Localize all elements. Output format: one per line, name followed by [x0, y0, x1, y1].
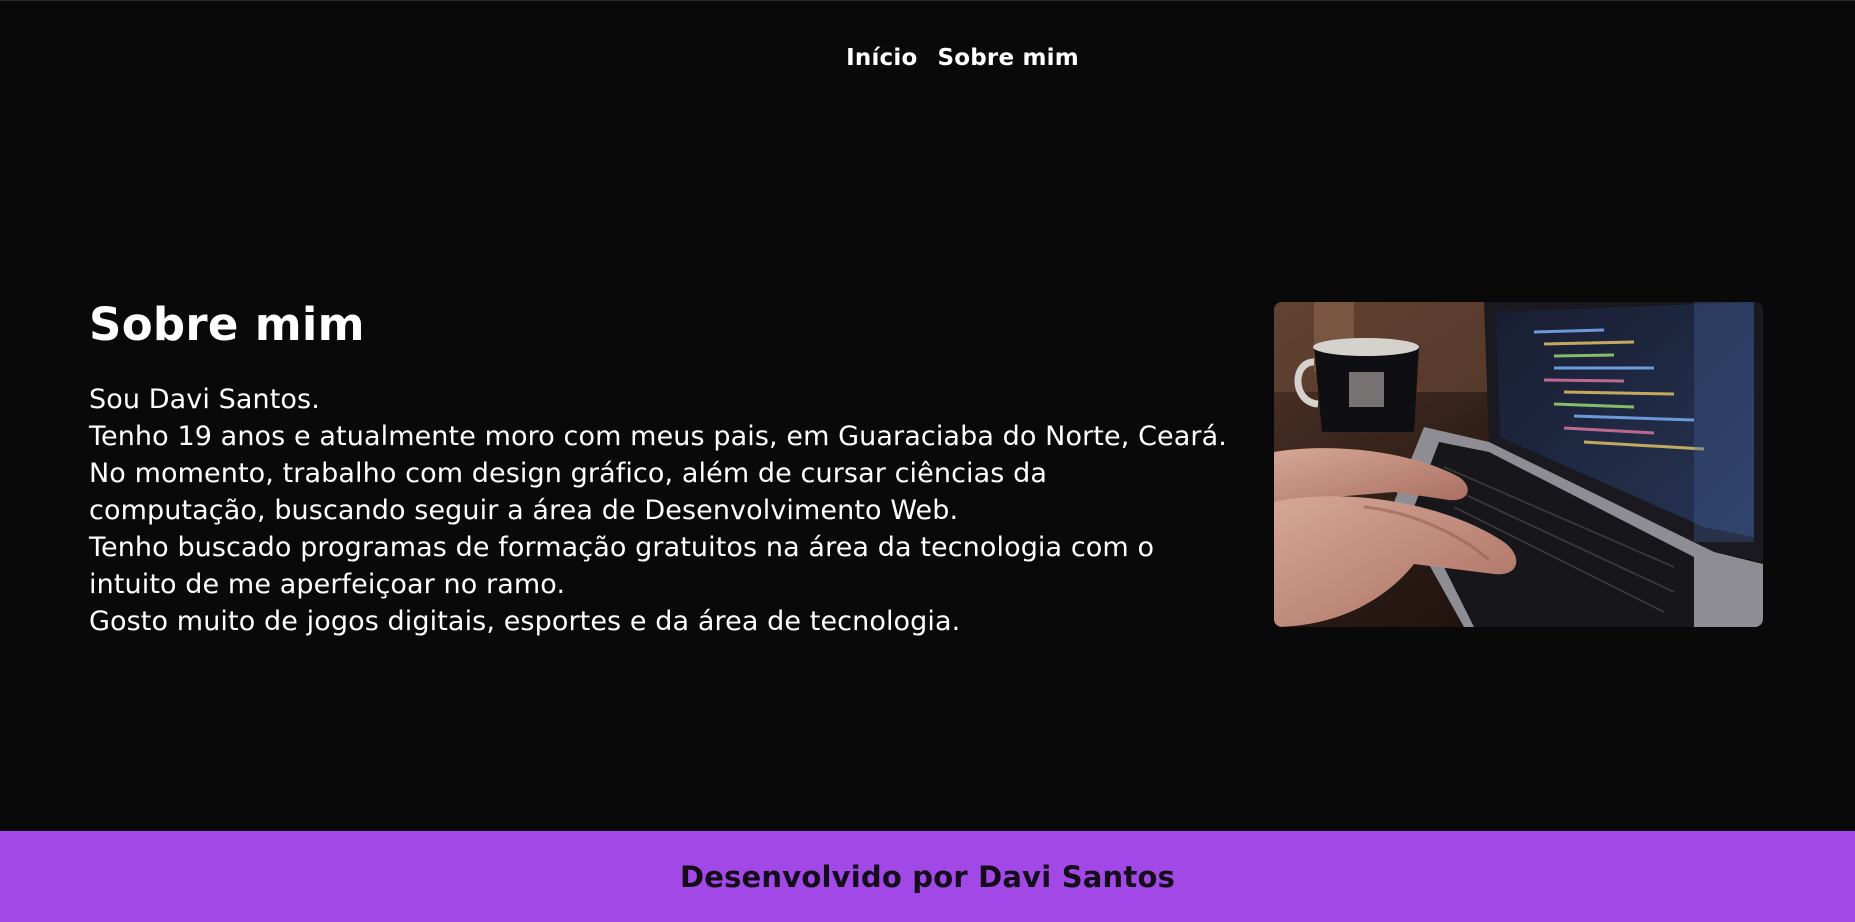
- page: Início Sobre mim Sobre mim Sou Davi Sant…: [0, 0, 1855, 922]
- footer-credit: Desenvolvido por Davi Santos: [679, 859, 1176, 894]
- nav-link-sobre-mim[interactable]: Sobre mim: [937, 45, 1078, 71]
- page-title: Sobre mim: [89, 298, 365, 351]
- top-nav: Início Sobre mim: [0, 45, 1855, 71]
- nav-link-inicio[interactable]: Início: [846, 45, 917, 71]
- bio-paragraph: Sou Davi Santos.: [89, 384, 320, 415]
- about-section: Sobre mim Sou Davi Santos. Tenho 19 anos…: [89, 297, 1229, 640]
- bio-paragraph: Tenho 19 anos e atualmente moro com meus…: [89, 421, 1227, 526]
- bio-text: Sou Davi Santos. Tenho 19 anos e atualme…: [89, 381, 1229, 640]
- bio-paragraph: Gosto muito de jogos digitais, esportes …: [89, 606, 961, 637]
- bio-paragraph: Tenho buscado programas de formação grat…: [89, 532, 1155, 600]
- footer: Desenvolvido por Davi Santos: [0, 831, 1855, 922]
- laptop-coding-photo: [1274, 302, 1763, 627]
